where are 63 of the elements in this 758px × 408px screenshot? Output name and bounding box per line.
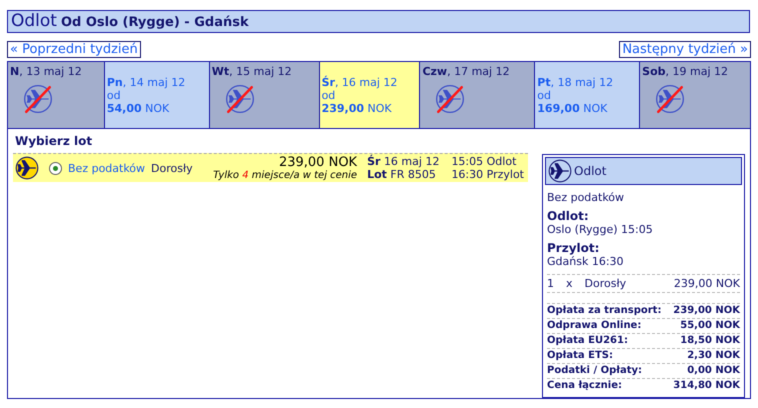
seats-note: Tylko 4 miejsce/a w tej cenie — [213, 170, 358, 181]
section-title: Wybierz lot — [15, 134, 94, 148]
day-cell[interactable]: N, 13 maj 12 — [8, 62, 105, 128]
day-cell[interactable]: Sob, 19 maj 12 — [640, 62, 750, 128]
departure-time: 15:05 Odlot — [451, 155, 518, 168]
charge-label: Podatki / Opłaty: — [547, 364, 642, 378]
day-price: 169,00 NOK — [537, 102, 608, 115]
summary-title: Odlot — [574, 164, 606, 178]
flight-number: Lot FR 8505 — [367, 168, 437, 181]
no-flight-icon — [654, 83, 686, 115]
day-date: Śr, 16 maj 12 — [322, 76, 398, 89]
no-flight-icon — [22, 83, 54, 115]
charge-label: Cena łącznie: — [547, 379, 622, 393]
charge-label: Opłata za transport: — [547, 304, 662, 318]
day-cell[interactable]: Pn, 14 maj 12 od 54,00 NOK — [104, 62, 210, 128]
day-date: N, 13 maj 12 — [10, 65, 83, 78]
charge-value: 55,00 NOK — [680, 319, 740, 333]
fare-name: Bez podatków — [68, 162, 146, 174]
charge-label: Odprawa Online: — [547, 319, 642, 333]
times-sign: x — [566, 277, 573, 290]
passenger-type: Dorosły — [151, 162, 193, 174]
charge-value: 2,30 NOK — [687, 349, 740, 363]
day-price: 54,00 NOK — [106, 102, 170, 115]
arrival-info: Gdańsk 16:30 — [547, 255, 625, 268]
arrival-label: Przylot: — [547, 241, 600, 255]
from-label: od — [322, 89, 336, 102]
day-cell[interactable]: Wt, 15 maj 12 — [210, 62, 320, 128]
flight-row[interactable]: Bez podatków Dorosły 239,00 NOK Tylko 4 miejsce/a w tej cenie Śr 16 maj 12 15:05 Odlot Lot FR 8505 16:30 Przylot — [13, 153, 528, 182]
day-date: Wt, 15 maj 12 — [212, 65, 293, 78]
arrival-time: 16:30 Przylot — [451, 168, 524, 181]
fare-name: Bez podatków — [547, 191, 626, 204]
plane-icon — [548, 159, 572, 183]
passenger-type: Dorosły — [584, 277, 626, 290]
from-label: od — [106, 89, 122, 102]
charge-value: 239,00 NOK — [673, 304, 740, 318]
passenger-count: 1 — [547, 277, 554, 290]
plane-icon — [15, 156, 39, 180]
day-date: Czw, 17 maj 12 — [422, 65, 511, 78]
next-week-link[interactable]: Następny tydzień » — [619, 41, 751, 58]
flight-price: 239,00 NOK — [278, 155, 358, 170]
day-price: 239,00 NOK — [322, 102, 393, 115]
charge-value: 314,80 NOK — [673, 379, 740, 393]
day-cell[interactable]: Pt, 18 maj 12 od 169,00 NOK — [535, 62, 640, 128]
day-cell[interactable]: Czw, 17 maj 12 — [420, 62, 536, 128]
charge-label: Opłata EU261: — [547, 334, 628, 348]
from-label: od — [537, 89, 552, 102]
route-text: Od Oslo (Rygge) - Gdańsk — [60, 15, 249, 30]
departure-label: Odlot: — [547, 209, 590, 223]
page-title: Odlot — [11, 11, 57, 31]
charge-value: 18,50 NOK — [680, 334, 740, 348]
fare-radio[interactable] — [49, 162, 62, 174]
charge-value: 0,00 NOK — [687, 364, 740, 378]
no-flight-icon — [224, 83, 256, 115]
day-date: Sob, 19 maj 12 — [642, 65, 729, 78]
day-date: Pt, 18 maj 12 — [537, 76, 614, 89]
no-flight-icon — [434, 83, 466, 115]
departure-info: Oslo (Rygge) 15:05 — [547, 223, 654, 236]
passenger-price: 239,00 NOK — [674, 277, 740, 290]
charge-label: Opłata ETS: — [547, 349, 613, 363]
day-date: Pn, 14 maj 12 — [106, 76, 186, 89]
day-cell[interactable]: Śr, 16 maj 12 od 239,00 NOK — [320, 62, 420, 128]
previous-week-link[interactable]: « Poprzedni tydzień — [7, 41, 141, 58]
flight-date: Śr 16 maj 12 — [367, 155, 440, 168]
